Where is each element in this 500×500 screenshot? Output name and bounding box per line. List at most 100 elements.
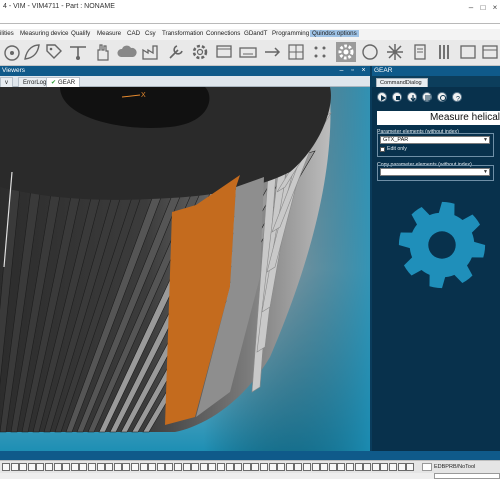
tag-icon[interactable]	[44, 42, 64, 62]
status-tool-icon[interactable]	[380, 463, 389, 471]
status-tool-icon[interactable]	[268, 463, 277, 471]
panel-icon[interactable]	[480, 42, 500, 62]
status-tool-icon[interactable]	[354, 463, 363, 471]
status-tool-icon[interactable]	[182, 463, 191, 471]
menu-item-measure[interactable]: Measure	[97, 30, 121, 37]
arrows-icon[interactable]	[262, 42, 282, 62]
window-icon[interactable]	[458, 42, 478, 62]
disc-icon[interactable]	[2, 42, 22, 62]
status-tool-icon[interactable]	[277, 463, 286, 471]
status-tool-icon[interactable]	[62, 463, 71, 471]
circle-icon[interactable]	[360, 42, 380, 62]
status-tool-icon[interactable]	[303, 463, 311, 471]
probe-icon[interactable]	[68, 42, 88, 62]
edit-only-checkbox[interactable]	[380, 147, 385, 152]
refresh-button[interactable]	[437, 92, 447, 102]
keyboard-icon[interactable]	[238, 42, 258, 62]
menu-item-transformation[interactable]: Transformation	[162, 30, 203, 37]
status-tool-icon[interactable]	[36, 463, 45, 471]
status-tool-icon[interactable]	[406, 463, 415, 471]
status-field[interactable]	[422, 463, 432, 471]
status-tool-icon[interactable]	[79, 463, 88, 471]
status-tool-icon[interactable]	[122, 463, 131, 471]
status-tool-icon[interactable]	[320, 463, 329, 471]
close-icon[interactable]: ×	[359, 67, 368, 75]
menu-item-qualify[interactable]: Qualify	[71, 30, 90, 37]
status-tool-icon[interactable]	[217, 463, 225, 471]
list-button[interactable]	[422, 92, 432, 102]
status-tool-icon[interactable]	[389, 463, 397, 471]
wrench-icon[interactable]	[166, 42, 186, 62]
help-button[interactable]: ?	[452, 92, 462, 102]
param-elements-select[interactable]: GTX_PAR ▼	[380, 136, 490, 144]
menu-item-programming[interactable]: Programming	[272, 30, 309, 37]
status-tool-icon[interactable]	[105, 463, 114, 471]
status-tool-icon[interactable]	[337, 463, 346, 471]
status-tool-icon[interactable]	[311, 463, 320, 471]
status-tool-icon[interactable]	[2, 463, 10, 471]
menu-item-utilities[interactable]: ilities	[0, 30, 14, 37]
menu-item-connections[interactable]: Connections	[206, 30, 240, 37]
dots-icon[interactable]	[310, 42, 330, 62]
status-tool-icon[interactable]	[242, 463, 251, 471]
status-tool-icon[interactable]	[328, 463, 337, 471]
status-tool-icon[interactable]	[397, 463, 406, 471]
status-tool-icon[interactable]	[131, 463, 139, 471]
menu-item-gdandt[interactable]: GDandT	[244, 30, 267, 37]
leaf-icon[interactable]	[22, 42, 42, 62]
status-tool-icon[interactable]	[113, 463, 122, 471]
status-tool-icon[interactable]	[96, 463, 105, 471]
status-tool-icon[interactable]	[294, 463, 303, 471]
status-tool-icon[interactable]	[10, 463, 19, 471]
cloud-icon[interactable]	[117, 42, 137, 62]
status-tool-icon[interactable]	[251, 463, 260, 471]
menu-item-quindos-options[interactable]: Quindos options	[310, 30, 359, 37]
status-tool-icon[interactable]	[45, 463, 53, 471]
gear-3d-viewport[interactable]: X	[0, 87, 370, 451]
dialog-icon[interactable]	[214, 42, 234, 62]
copy-param-select[interactable]: ▼	[380, 168, 490, 176]
settings-icon[interactable]	[190, 42, 210, 62]
status-tool-icon[interactable]	[70, 463, 79, 471]
status-tool-icon[interactable]	[285, 463, 294, 471]
step-button[interactable]	[407, 92, 417, 102]
status-tool-icon[interactable]	[174, 463, 182, 471]
stop-button[interactable]	[392, 92, 402, 102]
maximize-button[interactable]: □	[478, 3, 488, 12]
status-tool-icon[interactable]	[363, 463, 372, 471]
restore-icon[interactable]: ▫	[348, 67, 357, 75]
pin-icon[interactable]: –	[337, 67, 346, 75]
document-icon[interactable]	[410, 42, 430, 62]
status-tool-icon[interactable]	[208, 463, 217, 471]
status-tool-icon[interactable]	[191, 463, 200, 471]
gear-icon[interactable]	[336, 42, 356, 62]
tab-view[interactable]: v	[0, 77, 13, 87]
status-tool-icon[interactable]	[139, 463, 148, 471]
grid-icon[interactable]	[286, 42, 306, 62]
menu-item-cad[interactable]: CAD	[127, 30, 140, 37]
columns-icon[interactable]	[434, 42, 454, 62]
status-tool-icon[interactable]	[156, 463, 165, 471]
status-tool-icon[interactable]	[199, 463, 208, 471]
status-tool-icon[interactable]	[260, 463, 268, 471]
status-tool-icon[interactable]	[165, 463, 174, 471]
status-tool-icon[interactable]	[19, 463, 28, 471]
status-tool-icon[interactable]	[234, 463, 243, 471]
close-button[interactable]: ×	[490, 3, 500, 12]
status-tool-icon[interactable]	[27, 463, 36, 471]
tab-command-dialog[interactable]: CommandDialog	[376, 78, 428, 87]
tab-gear[interactable]: ✔ GEAR	[46, 77, 81, 87]
menu-item-measuring-device[interactable]: Measuring device	[20, 30, 69, 37]
factory-icon[interactable]	[141, 42, 161, 62]
status-tool-icon[interactable]	[148, 463, 157, 471]
menu-item-csy[interactable]: Csy	[145, 30, 156, 37]
minimize-button[interactable]: –	[466, 3, 476, 12]
star-burst-icon[interactable]	[385, 42, 405, 62]
hand-icon[interactable]	[93, 42, 113, 62]
status-tool-icon[interactable]	[371, 463, 380, 471]
status-tool-icon[interactable]	[225, 463, 234, 471]
status-tool-icon[interactable]	[88, 463, 96, 471]
status-tool-icon[interactable]	[346, 463, 354, 471]
status-tool-icon[interactable]	[53, 463, 62, 471]
play-button[interactable]	[377, 92, 387, 102]
